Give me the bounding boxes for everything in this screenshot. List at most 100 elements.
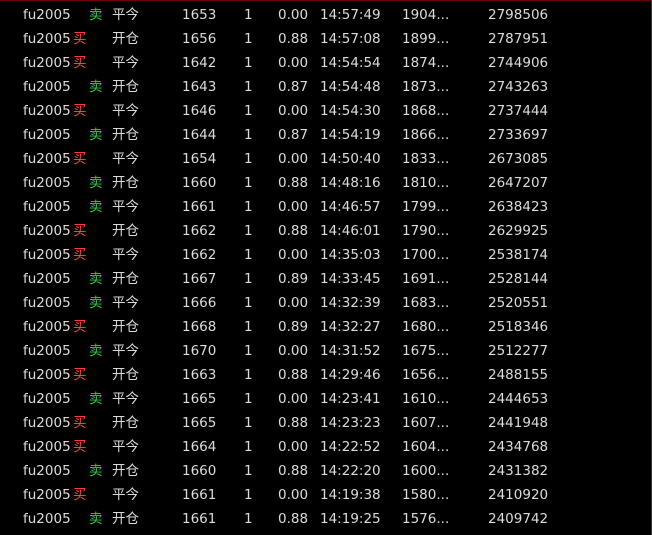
trade-row[interactable]: fu2005 买 开仓 1668 1 0.89 14:32:27 1680... 2518346 <box>0 315 652 339</box>
trade-time: 14:23:23 <box>320 415 381 431</box>
trade-action: 平今 <box>112 199 139 215</box>
trade-fee: 0.00 <box>278 391 309 407</box>
trade-fee: 0.89 <box>278 271 309 287</box>
trade-id: 2638423 <box>488 199 549 215</box>
trade-row[interactable]: fu2005 买 开仓 1656 1 0.88 14:57:08 1899... 2787951 <box>0 27 652 51</box>
trade-fee: 0.00 <box>278 343 309 359</box>
trade-symbol: fu2005 <box>23 151 71 167</box>
trade-id: 2488155 <box>488 367 549 383</box>
trade-side-buy: 买 <box>73 439 87 455</box>
trade-id: 2410920 <box>488 487 549 503</box>
trade-row[interactable]: fu2005 卖开仓 1661 1 0.88 14:19:25 1576... 2409742 <box>0 507 652 531</box>
trade-quantity: 1 <box>244 319 253 335</box>
trade-symbol: fu2005 <box>23 295 71 311</box>
trade-row[interactable]: fu2005 买 平今 1654 1 0.00 14:50:40 1833... 2673085 <box>0 147 652 171</box>
trade-price: 1661 <box>182 199 217 215</box>
trade-time: 14:35:03 <box>320 247 381 263</box>
trade-time: 14:57:08 <box>320 31 381 47</box>
trade-quantity: 1 <box>244 151 253 167</box>
trade-time: 14:19:38 <box>320 487 381 503</box>
trade-quantity: 1 <box>244 31 253 47</box>
trade-action: 平今 <box>112 487 139 503</box>
trade-value: 1899... <box>402 31 450 47</box>
trade-symbol: fu2005 <box>23 391 71 407</box>
trade-price: 1666 <box>182 295 217 311</box>
trade-quantity: 1 <box>244 79 253 95</box>
trade-fee: 0.00 <box>278 487 309 503</box>
trade-fee: 0.88 <box>278 175 309 191</box>
trade-price: 1670 <box>182 343 217 359</box>
trade-side-buy: 买 <box>73 247 87 263</box>
trade-quantity: 1 <box>244 367 253 383</box>
trade-value: 1904... <box>402 7 450 23</box>
trade-price: 1662 <box>182 223 217 239</box>
trade-symbol: fu2005 <box>23 175 71 191</box>
trade-id: 2743263 <box>488 79 549 95</box>
trade-id: 2744906 <box>488 55 549 71</box>
trade-price: 1665 <box>182 391 217 407</box>
trade-time: 14:22:20 <box>320 463 381 479</box>
trade-quantity: 1 <box>244 271 253 287</box>
trade-row[interactable]: fu2005 卖平今 1670 1 0.00 14:31:52 1675... 2512277 <box>0 339 652 363</box>
trade-action: 开仓 <box>112 127 139 143</box>
trade-id: 2434768 <box>488 439 549 455</box>
trade-fee: 0.00 <box>278 199 309 215</box>
trade-action: 开仓 <box>112 319 139 335</box>
trade-row[interactable]: fu2005 买 开仓 1663 1 0.88 14:29:46 1656... 2488155 <box>0 363 652 387</box>
trade-value: 1656... <box>402 367 450 383</box>
trade-fee: 0.88 <box>278 511 309 527</box>
trade-action: 开仓 <box>112 31 139 47</box>
trade-row[interactable]: fu2005 买 平今 1662 1 0.00 14:35:03 1700... 2538174 <box>0 243 652 267</box>
trade-price: 1663 <box>182 367 217 383</box>
trade-value: 1868... <box>402 103 450 119</box>
trade-time: 14:32:39 <box>320 295 381 311</box>
trade-row[interactable]: fu2005 卖平今 1666 1 0.00 14:32:39 1683... 2520551 <box>0 291 652 315</box>
trade-time: 14:54:48 <box>320 79 381 95</box>
trade-quantity: 1 <box>244 127 253 143</box>
trade-quantity: 1 <box>244 103 253 119</box>
trade-action: 平今 <box>112 439 139 455</box>
trade-row[interactable]: fu2005 买 开仓 1662 1 0.88 14:46:01 1790... 2629925 <box>0 219 652 243</box>
trade-value: 1576... <box>402 511 450 527</box>
trade-row[interactable]: fu2005 买 平今 1661 1 0.00 14:19:38 1580... 2410920 <box>0 483 652 507</box>
trade-price: 1667 <box>182 271 217 287</box>
trade-value: 1866... <box>402 127 450 143</box>
trade-row[interactable]: fu2005 卖平今 1665 1 0.00 14:23:41 1610... 2444653 <box>0 387 652 411</box>
trade-row[interactable]: fu2005 卖开仓 1643 1 0.87 14:54:48 1873... 2743263 <box>0 75 652 99</box>
trade-symbol: fu2005 <box>23 79 71 95</box>
trade-value: 1604... <box>402 439 450 455</box>
trade-row[interactable]: fu2005 买 平今 1664 1 0.00 14:22:52 1604... 2434768 <box>0 435 652 459</box>
trade-price: 1661 <box>182 487 217 503</box>
trade-row[interactable]: fu2005 卖平今 1653 1 0.00 14:57:49 1904... 2798506 <box>0 3 652 27</box>
trade-row[interactable]: fu2005 卖平今 1661 1 0.00 14:46:57 1799... 2638423 <box>0 195 652 219</box>
trade-fee: 0.88 <box>278 367 309 383</box>
trade-side-sell: 卖 <box>89 79 103 95</box>
trade-fee: 0.00 <box>278 295 309 311</box>
trade-symbol: fu2005 <box>23 103 71 119</box>
trade-action: 开仓 <box>112 511 139 527</box>
trade-value: 1874... <box>402 55 450 71</box>
trade-side-sell: 卖 <box>89 271 103 287</box>
trade-value: 1610... <box>402 391 450 407</box>
trade-fee: 0.00 <box>278 7 309 23</box>
trade-price: 1668 <box>182 319 217 335</box>
trade-row[interactable]: fu2005 卖开仓 1660 1 0.88 14:48:16 1810... 2647207 <box>0 171 652 195</box>
trade-time: 14:23:41 <box>320 391 381 407</box>
trade-row[interactable]: fu2005 卖开仓 1660 1 0.88 14:22:20 1600... 2431382 <box>0 459 652 483</box>
trade-row[interactable]: fu2005 卖开仓 1667 1 0.89 14:33:45 1691... 2528144 <box>0 267 652 291</box>
trade-row[interactable]: fu2005 卖开仓 1644 1 0.87 14:54:19 1866... 2733697 <box>0 123 652 147</box>
trade-time: 14:46:01 <box>320 223 381 239</box>
trade-quantity: 1 <box>244 415 253 431</box>
trade-row[interactable]: fu2005 买 平今 1646 1 0.00 14:54:30 1868... 2737444 <box>0 99 652 123</box>
trade-fee: 0.88 <box>278 463 309 479</box>
trade-action: 平今 <box>112 55 139 71</box>
trade-fee: 0.00 <box>278 439 309 455</box>
trade-row[interactable]: fu2005 买 平今 1642 1 0.00 14:54:54 1874... 2744906 <box>0 51 652 75</box>
trade-action: 开仓 <box>112 271 139 287</box>
trade-id: 2647207 <box>488 175 549 191</box>
trade-time: 14:54:30 <box>320 103 381 119</box>
trade-id: 2520551 <box>488 295 549 311</box>
trade-action: 平今 <box>112 391 139 407</box>
trade-row[interactable]: fu2005 买 开仓 1665 1 0.88 14:23:23 1607... 2441948 <box>0 411 652 435</box>
trade-action: 开仓 <box>112 223 139 239</box>
